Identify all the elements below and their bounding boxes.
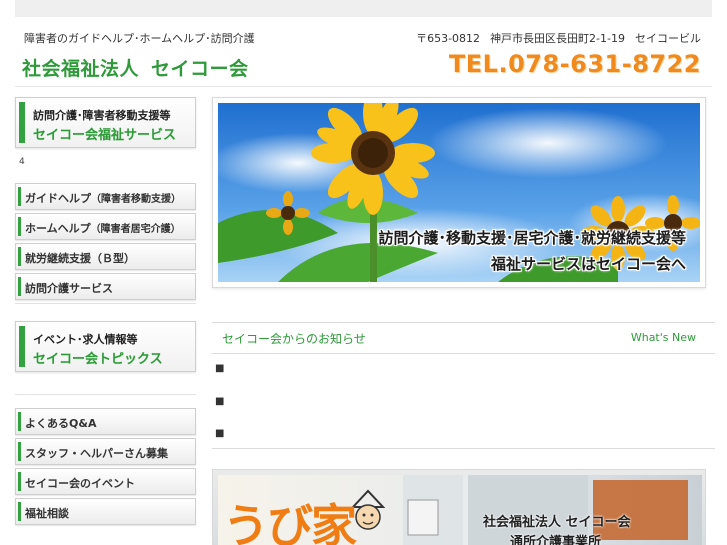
news-section-title: セイコー会からのお知らせ	[222, 332, 366, 346]
whats-new-link[interactable]: What's New	[631, 331, 696, 344]
facility-type: 通所介護事業所	[510, 535, 602, 545]
hero-image: 訪問介護･移動支援･居宅介護･就労継続支援等 福祉サービスはセイコー会へ	[218, 103, 700, 282]
sidebar-item-label: セイコー会のイベント	[25, 477, 135, 490]
mascot-icon	[350, 489, 386, 530]
sidebar-divider	[15, 303, 196, 304]
menu-accent-bar	[18, 502, 21, 521]
logo-prefix: 社会福祉法人	[22, 58, 140, 80]
sidebar-item-employment-support[interactable]: 就労継続支援（Ｂ型）	[15, 243, 196, 270]
sidebar-item-guide-help[interactable]: ガイドヘルプ（障害者移動支援）	[15, 183, 196, 210]
sidebar-item-label: スタッフ・ヘルパーさん募集	[25, 447, 168, 460]
service-banner-subtitle: 訪問介護･障害者移動支援等	[33, 109, 171, 122]
menu-accent-bar	[18, 412, 21, 431]
sidebar-item-home-help[interactable]: ホームヘルプ（障害者居宅介護）	[15, 213, 196, 240]
postal-code: 〒653-0812	[416, 32, 481, 45]
news-item[interactable]: ■	[215, 396, 224, 407]
sidebar-item-events[interactable]: セイコー会のイベント	[15, 468, 196, 495]
facility-logo: うび家	[223, 499, 357, 545]
sidebar-item-label: ホームヘルプ（障害者居宅介護）	[25, 222, 181, 235]
facility-photo: うび家 社会福祉法人 セイコー会 通所介護事業所	[218, 475, 702, 545]
header-tagline: 障害者のガイドヘルプ･ホームヘルプ･訪問介護	[24, 32, 255, 45]
sidebar-item-consultation[interactable]: 福祉相談	[15, 498, 196, 525]
facility-banner[interactable]: うび家 社会福祉法人 セイコー会 通所介護事業所	[212, 469, 706, 545]
menu-accent-bar	[18, 247, 21, 266]
banner-accent-bar	[19, 326, 25, 367]
topics-banner-subtitle: イベント･求人情報等	[33, 333, 138, 346]
sidebar-item-label: 訪問介護サービス	[25, 282, 113, 295]
topics-banner-title: セイコー会トピックス	[33, 352, 163, 367]
news-item[interactable]: ■	[215, 363, 224, 374]
banner-accent-bar	[19, 102, 25, 143]
stray-text: 4	[19, 157, 25, 167]
logo-name: セイコー会	[151, 58, 249, 80]
sidebar-item-label: 就労継続支援（Ｂ型）	[25, 252, 135, 265]
news-divider	[212, 353, 715, 354]
menu-accent-bar	[18, 217, 21, 236]
news-bottom-divider	[212, 448, 715, 449]
service-banner-title: セイコー会福祉サービス	[33, 128, 177, 143]
hero-banner: 訪問介護･移動支援･居宅介護･就労継続支援等 福祉サービスはセイコー会へ	[212, 97, 706, 288]
sidebar-item-faq[interactable]: よくあるQ&A	[15, 408, 196, 435]
menu-accent-bar	[18, 472, 21, 491]
news-top-divider	[212, 322, 715, 323]
phone-number: TEL.078-631-8722	[448, 50, 701, 78]
hero-subheadline: 福祉サービスはセイコー会へ	[490, 255, 686, 273]
street-address: 神戸市長田区長田町2-1-19	[490, 32, 625, 45]
top-strip	[15, 0, 712, 17]
sidebar-item-label: 福祉相談	[25, 507, 69, 520]
menu-accent-bar	[18, 277, 21, 296]
facility-org-name: 社会福祉法人 セイコー会	[483, 515, 631, 530]
hero-headline: 訪問介護･移動支援･居宅介護･就労継続支援等	[378, 229, 686, 247]
menu-accent-bar	[18, 442, 21, 461]
menu-accent-bar	[18, 187, 21, 206]
news-item[interactable]: ■	[215, 428, 224, 439]
sidebar-item-label: よくあるQ&A	[25, 417, 97, 430]
site-logo[interactable]: 社会福祉法人 セイコー会	[22, 54, 249, 81]
sidebar-item-visiting-care[interactable]: 訪問介護サービス	[15, 273, 196, 300]
service-banner-button[interactable]: 訪問介護･障害者移動支援等 セイコー会福祉サービス	[15, 97, 196, 148]
header-address: 〒653-0812 神戸市長田区長田町2-1-19 セイコービル	[416, 30, 701, 46]
sidebar-divider	[15, 394, 196, 395]
topics-banner-button[interactable]: イベント･求人情報等 セイコー会トピックス	[15, 321, 196, 372]
header-divider	[15, 86, 712, 87]
sidebar-item-recruit[interactable]: スタッフ・ヘルパーさん募集	[15, 438, 196, 465]
sidebar-item-label: ガイドヘルプ（障害者移動支援）	[25, 192, 181, 205]
building-name: セイコービル	[635, 32, 701, 45]
